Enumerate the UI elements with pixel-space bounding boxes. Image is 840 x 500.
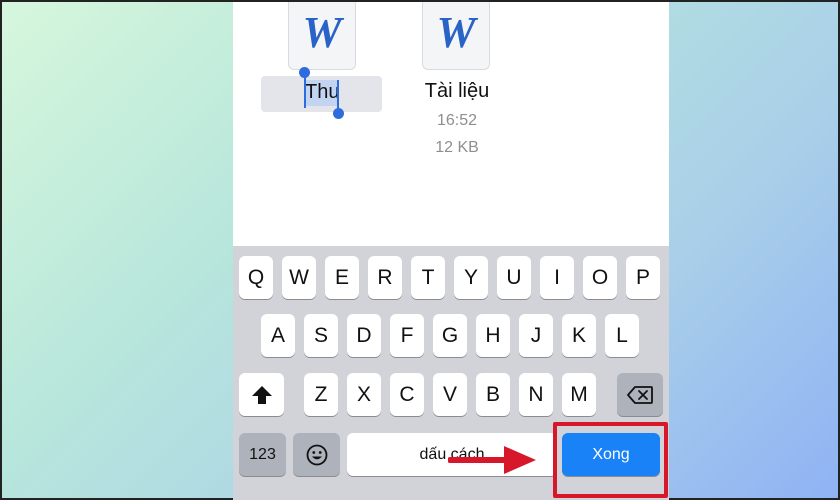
- key-n[interactable]: N: [519, 373, 553, 416]
- key-c[interactable]: C: [390, 373, 424, 416]
- backspace-key[interactable]: [617, 373, 663, 416]
- selection-start-knob[interactable]: [299, 67, 310, 78]
- word-doc-icon: W: [436, 7, 476, 57]
- onscreen-keyboard: Q W E R T Y U I O P A S D F G H J K L Z …: [233, 246, 669, 500]
- key-p[interactable]: P: [626, 256, 660, 299]
- key-x[interactable]: X: [347, 373, 381, 416]
- file-size: 12 KB: [435, 139, 479, 156]
- key-o[interactable]: O: [583, 256, 617, 299]
- highlight-box: [553, 422, 668, 498]
- key-h[interactable]: H: [476, 314, 510, 357]
- rename-input-text[interactable]: Thu: [305, 81, 339, 104]
- emoji-icon: [306, 444, 327, 465]
- file-time: 16:52: [436, 112, 478, 129]
- key-q[interactable]: Q: [239, 256, 273, 299]
- key-t[interactable]: T: [411, 256, 445, 299]
- file-name[interactable]: Tài liệu: [417, 80, 497, 103]
- key-s[interactable]: S: [304, 314, 338, 357]
- shift-icon: [251, 385, 272, 404]
- key-m[interactable]: M: [562, 373, 596, 416]
- backspace-icon: [627, 385, 653, 404]
- key-g[interactable]: G: [433, 314, 467, 357]
- key-k[interactable]: K: [562, 314, 596, 357]
- key-d[interactable]: D: [347, 314, 381, 357]
- key-j[interactable]: J: [519, 314, 553, 357]
- key-b[interactable]: B: [476, 373, 510, 416]
- file-thumbnail-document[interactable]: W: [422, 2, 490, 70]
- emoji-key[interactable]: [293, 433, 340, 476]
- key-e[interactable]: E: [325, 256, 359, 299]
- key-r[interactable]: R: [368, 256, 402, 299]
- numbers-key[interactable]: 123: [239, 433, 286, 476]
- key-z[interactable]: Z: [304, 373, 338, 416]
- file-thumbnail-renaming[interactable]: W: [288, 2, 356, 70]
- key-u[interactable]: U: [497, 256, 531, 299]
- key-w[interactable]: W: [282, 256, 316, 299]
- selection-end-knob[interactable]: [333, 108, 344, 119]
- key-v[interactable]: V: [433, 373, 467, 416]
- key-l[interactable]: L: [605, 314, 639, 357]
- key-y[interactable]: Y: [454, 256, 488, 299]
- key-i[interactable]: I: [540, 256, 574, 299]
- phone-screen: W W Thu Tài liệu 16:52 12 KB Q W E R T Y…: [233, 2, 669, 500]
- word-doc-icon: W: [302, 7, 342, 57]
- key-f[interactable]: F: [390, 314, 424, 357]
- shift-key[interactable]: [239, 373, 284, 416]
- right-arrow-icon: [448, 446, 536, 474]
- key-a[interactable]: A: [261, 314, 295, 357]
